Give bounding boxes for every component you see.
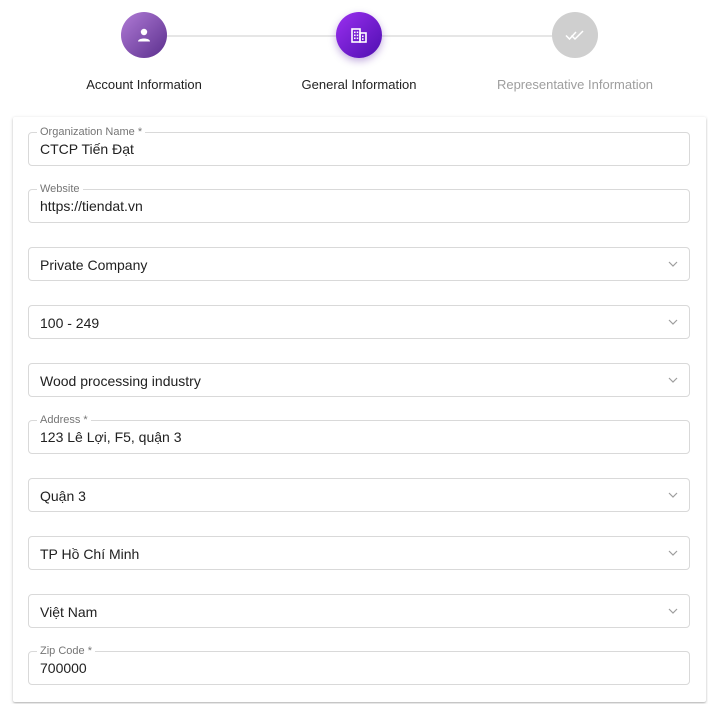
company-type-value: Private Company <box>40 257 148 273</box>
stepper: Account Information General Information <box>0 0 708 110</box>
organization-name-field[interactable]: Organization Name * CTCP Tiến Đạt <box>28 125 690 166</box>
chevron-down-icon <box>668 377 678 383</box>
country-select[interactable]: Việt Nam <box>28 594 690 628</box>
industry-value: Wood processing industry <box>40 373 201 389</box>
city-value: TP Hồ Chí Minh <box>40 546 140 562</box>
step-account-information[interactable]: Account Information <box>44 12 244 92</box>
organization-name-label: Organization Name * <box>37 125 146 139</box>
zip-code-field[interactable]: Zip Code * 700000 <box>28 644 690 685</box>
step-circle-account <box>121 12 167 58</box>
company-type-select[interactable]: Private Company <box>28 247 690 281</box>
step-label: Representative Information <box>496 77 654 92</box>
company-size-select[interactable]: 100 - 249 <box>28 305 690 339</box>
step-representative-information[interactable]: Representative Information <box>475 12 675 92</box>
zip-code-value: 700000 <box>40 660 87 676</box>
industry-select[interactable]: Wood processing industry <box>28 363 690 397</box>
building-icon <box>351 28 367 43</box>
company-size-value: 100 - 249 <box>40 315 100 331</box>
city-select[interactable]: TP Hồ Chí Minh <box>28 536 690 570</box>
step-label: General Information <box>301 77 417 92</box>
chevron-down-icon <box>668 319 678 325</box>
organization-name-value: CTCP Tiến Đạt <box>40 141 134 157</box>
district-select[interactable]: Quận 3 <box>28 478 690 512</box>
chevron-down-icon <box>668 608 678 614</box>
person-icon <box>138 28 150 42</box>
zip-code-label: Zip Code * <box>37 644 95 658</box>
address-label: Address * <box>37 413 91 427</box>
step-circle-general <box>336 12 382 58</box>
address-field[interactable]: Address * 123 Lê Lợi, F5, quận 3 <box>28 413 690 454</box>
chevron-down-icon <box>668 550 678 556</box>
website-value: https://tiendat.vn <box>40 198 143 214</box>
step-circle-representative <box>552 12 598 58</box>
general-information-form: Organization Name * CTCP Tiến Đạt Websit… <box>13 117 706 702</box>
step-general-information[interactable]: General Information <box>259 12 459 92</box>
chevron-down-icon <box>668 261 678 267</box>
step-label: Account Information <box>86 77 202 92</box>
chevron-down-icon <box>668 492 678 498</box>
website-label: Website <box>37 182 83 196</box>
country-value: Việt Nam <box>40 604 98 620</box>
double-check-icon <box>565 30 584 41</box>
website-field[interactable]: Website https://tiendat.vn <box>28 182 690 223</box>
district-value: Quận 3 <box>40 488 86 504</box>
address-value: 123 Lê Lợi, F5, quận 3 <box>40 429 182 445</box>
